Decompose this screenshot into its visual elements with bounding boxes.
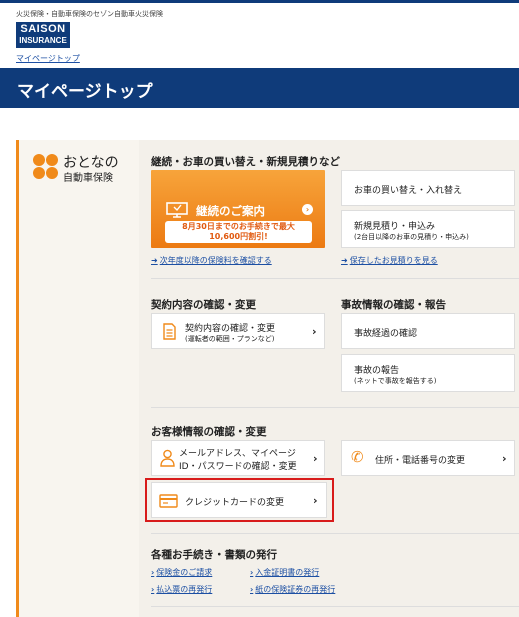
page-title: マイページトップ <box>17 82 153 102</box>
arrow-icon: ➜ <box>151 256 158 265</box>
customer-heading: お客様情報の確認・変更 <box>151 426 267 438</box>
link-payslip-label: 払込票の再発行 <box>156 585 213 594</box>
link-deposit-cert[interactable]: › 入金証明書の発行 <box>250 567 319 578</box>
accident-report-sub: (ネットで事故を報告する) <box>354 377 437 385</box>
promo-badge: 8月30日までのお手続きで最大 10,600円割引! <box>165 221 312 243</box>
link-payslip[interactable]: › 払込票の再発行 <box>151 584 212 595</box>
page-title-bar: マイページトップ <box>0 68 519 108</box>
link-paper-cert-label: 紙の保険証券の再発行 <box>255 585 336 594</box>
new-quote-label: 新規見積り・申込み <box>354 222 436 232</box>
link-saved-quotes[interactable]: ➜ 保存したお見積りを見る <box>341 255 438 266</box>
chevron-right-icon: › <box>151 568 155 577</box>
accident-progress-card[interactable]: 事故経過の確認 <box>341 313 515 349</box>
logo-line2: INSURANCE <box>19 36 67 45</box>
promo-line2: 10,600円割引! <box>209 232 268 241</box>
brand-line2: 自動車保険 <box>63 173 113 184</box>
link-paper-cert[interactable]: › 紙の保険証券の再発行 <box>250 584 335 595</box>
monitor-icon <box>166 202 188 218</box>
mail-id-line2: ID・パスワードの確認・変更 <box>179 462 297 472</box>
saison-logo[interactable]: SAISON INSURANCE <box>16 22 70 48</box>
chevron-right-icon: › <box>250 585 254 594</box>
arrow-icon: ➜ <box>341 256 348 265</box>
new-quote-sub: (2台目以降のお車の見積り・申込み) <box>354 233 469 241</box>
site-tagline: 火災保険・自動車保険のセゾン自動車火災保険 <box>16 10 163 18</box>
divider <box>151 606 519 607</box>
contract-card[interactable]: 契約内容の確認・変更 (運転者の範囲・プランなど) › <box>151 313 325 349</box>
person-icon <box>160 449 175 467</box>
renewal-heading: 継続・お車の買い替え・新規見積りなど <box>151 156 340 168</box>
highlight-frame <box>145 478 334 522</box>
mail-id-card[interactable]: メールアドレス、マイページ ID・パスワードの確認・変更 › <box>151 440 325 476</box>
chevron-right-icon: › <box>250 568 254 577</box>
divider <box>151 407 519 408</box>
car-change-card[interactable]: お車の買い替え・入れ替え <box>341 170 515 206</box>
link-claim-label: 保険金のご請求 <box>156 568 213 577</box>
mail-id-line1: メールアドレス、マイページ <box>179 449 296 459</box>
chevron-right-icon: › <box>151 585 155 594</box>
chevron-right-icon: › <box>313 452 318 465</box>
contract-heading: 契約内容の確認・変更 <box>151 299 256 311</box>
accident-progress-label: 事故経過の確認 <box>354 329 418 339</box>
chevron-right-icon: › <box>502 452 507 465</box>
phone-icon: ✆ <box>351 448 364 466</box>
arrow-circle-icon: › <box>302 204 313 215</box>
divider <box>151 533 519 534</box>
link-deposit-label: 入金証明書の発行 <box>255 568 320 577</box>
address-phone-label: 住所・電話番号の変更 <box>375 456 466 466</box>
address-phone-card[interactable]: ✆ 住所・電話番号の変更 › <box>341 440 515 476</box>
document-icon <box>163 323 176 340</box>
accident-report-label: 事故の報告 <box>354 366 400 376</box>
link-next-year-label: 次年度以降の保険料を確認する <box>159 256 272 265</box>
new-quote-card[interactable]: 新規見積り・申込み (2台目以降のお車の見積り・申込み) <box>341 210 515 248</box>
car-change-label: お車の買い替え・入れ替え <box>354 186 463 196</box>
procedures-heading: 各種お手続き・書類の発行 <box>151 549 277 561</box>
link-saved-label: 保存したお見積りを見る <box>349 256 438 265</box>
chevron-right-icon: › <box>312 325 317 338</box>
divider <box>151 278 519 279</box>
link-claim[interactable]: › 保険金のご請求 <box>151 567 212 578</box>
top-accent-line <box>0 0 519 3</box>
accident-heading: 事故情報の確認・報告 <box>341 299 446 311</box>
renewal-button-label: 継続のご案内 <box>196 204 265 218</box>
link-next-year-premium[interactable]: ➜ 次年度以降の保険料を確認する <box>151 255 272 266</box>
otona-brand: おとなの 自動車保険 <box>33 152 133 184</box>
contract-card-sub: (運転者の範囲・プランなど) <box>185 335 275 343</box>
brand-dots-icon <box>33 154 59 180</box>
contract-card-title: 契約内容の確認・変更 <box>185 324 276 334</box>
accident-report-card[interactable]: 事故の報告 (ネットで事故を報告する) <box>341 354 515 392</box>
logo-line1: SAISON <box>20 23 66 35</box>
breadcrumb-mypage[interactable]: マイページトップ <box>16 53 80 64</box>
renewal-guide-button[interactable]: 継続のご案内 › 8月30日までのお手続きで最大 10,600円割引! <box>151 170 325 248</box>
promo-line1: 8月30日までのお手続きで最大 <box>182 222 295 231</box>
